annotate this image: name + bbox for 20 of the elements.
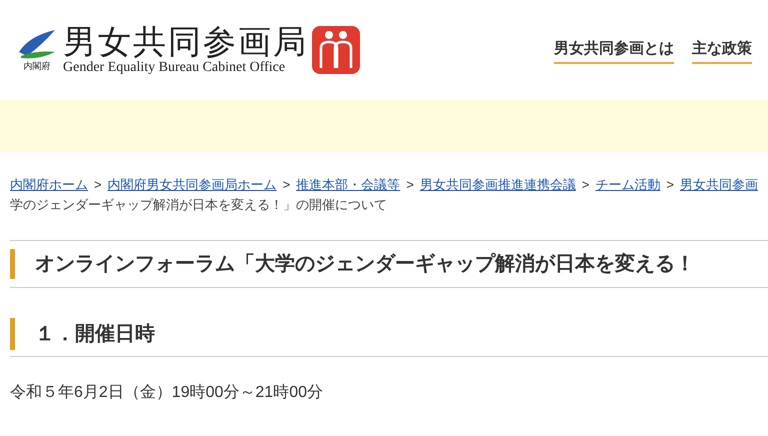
breadcrumb-link[interactable]: 男女共同参画 (680, 172, 758, 198)
breadcrumb-link[interactable]: 内閣府男女共同参画局ホーム (108, 172, 277, 198)
page-title: オンラインフォーラム「大学のジェンダーギャップ解消が日本を変える！ (10, 240, 768, 288)
org-label: 内閣府 (24, 62, 50, 70)
breadcrumb-link[interactable]: 推進本部・会議等 (296, 172, 400, 198)
site-title: 男女共同参画局 (63, 24, 308, 60)
breadcrumb-current: 学のジェンダーギャップ解消が日本を変える！」の開催について (10, 198, 388, 212)
breadcrumb-separator: > (406, 176, 414, 194)
nav-link[interactable]: 男女共同参画とは (554, 38, 674, 64)
breadcrumb-separator: > (666, 176, 674, 194)
breadcrumb-link[interactable]: 内閣府ホーム (10, 172, 88, 198)
site-subtitle: Gender Equality Bureau Cabinet Office (63, 60, 286, 76)
section-body: 令和５年6月2日（金）19時00分～21時00分 (10, 382, 324, 403)
section-heading: １．開催日時 (10, 318, 768, 357)
breadcrumb-link[interactable]: 男女共同参画推進連携会議 (420, 172, 576, 198)
breadcrumb-separator: > (94, 176, 102, 194)
breadcrumb-link[interactable]: チーム活動 (595, 172, 660, 198)
breadcrumb-separator: > (282, 176, 290, 194)
breadcrumb-separator: > (582, 176, 590, 194)
nav-link[interactable]: 主な政策 (692, 38, 752, 64)
